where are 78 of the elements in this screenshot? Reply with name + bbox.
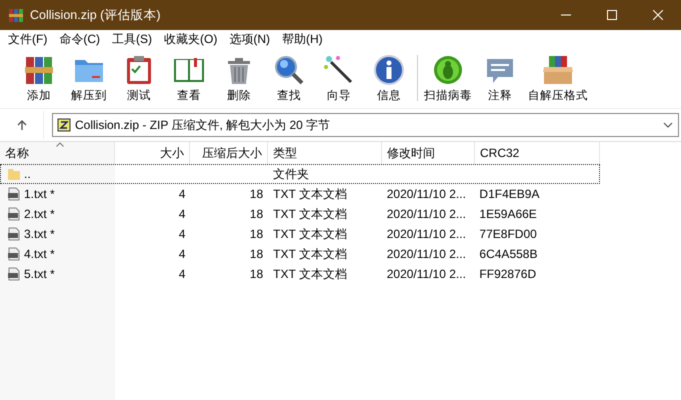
packed-size-cell: 18 <box>250 207 264 221</box>
text-file-icon <box>7 247 21 261</box>
file-row[interactable]: 2.txt * 4 18 TXT 文本文档 2020/11/10 2... 1E59A66E <box>0 204 600 224</box>
close-icon <box>653 10 663 20</box>
toolbar-button[interactable]: 删除 <box>214 54 264 102</box>
crc-cell: D1F4EB9A <box>479 187 540 201</box>
modified-cell: 2020/11/10 2... <box>386 207 466 221</box>
toolbar-button[interactable]: 扫描病毒 <box>421 54 475 102</box>
size-cell: 4 <box>178 207 186 221</box>
file-row[interactable]: .. 文件夹 <box>0 164 600 184</box>
toolbar-button[interactable]: 信息 <box>364 54 414 102</box>
menu-item[interactable]: 选项(N) <box>223 30 276 48</box>
file-row[interactable]: 4.txt * 4 18 TXT 文本文档 2020/11/10 2... 6C4A558B <box>0 244 600 264</box>
file-name: 1.txt * <box>24 187 55 201</box>
modified-cell: 2020/11/10 2... <box>386 267 466 281</box>
text-file-icon <box>7 267 21 281</box>
search-icon <box>273 54 305 86</box>
modified-cell: 2020/11/10 2... <box>386 227 466 241</box>
packed-size-cell: 18 <box>250 187 264 201</box>
file-row[interactable]: 3.txt * 4 18 TXT 文本文档 2020/11/10 2... 77E8FD00 <box>0 224 600 244</box>
crc-cell: 1E59A66E <box>479 207 537 221</box>
size-cell: 4 <box>178 227 186 241</box>
toolbar-button[interactable]: 添加 <box>14 54 64 102</box>
box-icon <box>542 54 574 86</box>
file-name: 2.txt * <box>24 207 55 221</box>
column-header[interactable]: 名称 <box>0 142 115 164</box>
crc-cell: 77E8FD00 <box>479 227 537 241</box>
file-row[interactable]: 5.txt * 4 18 TXT 文本文档 2020/11/10 2... FF92876D <box>0 264 600 284</box>
menu-item[interactable]: 收藏夹(O) <box>158 30 224 48</box>
info-icon <box>373 54 405 86</box>
size-cell: 4 <box>178 267 186 281</box>
file-row[interactable]: 1.txt * 4 18 TXT 文本文档 2020/11/10 2... D1F4EB9A <box>0 184 600 204</box>
up-arrow-icon <box>16 119 28 131</box>
address-field[interactable]: Collision.zip - ZIP 压缩文件, 解包大小为 20 字节 <box>52 113 679 137</box>
size-cell: 4 <box>178 247 186 261</box>
text-file-icon <box>7 207 21 221</box>
size-cell: 4 <box>178 187 186 201</box>
type-cell: TXT 文本文档 <box>273 226 347 242</box>
toolbar-button[interactable]: 测试 <box>114 54 164 102</box>
packed-size-cell: 18 <box>250 267 264 281</box>
toolbar-button[interactable]: 查看 <box>164 54 214 102</box>
menu-item[interactable]: 文件(F) <box>2 30 54 48</box>
toolbar-button[interactable]: 自解压格式 <box>525 54 591 102</box>
column-header[interactable]: 修改时间 <box>382 142 475 164</box>
toolbar-button[interactable]: 向导 <box>314 54 364 102</box>
type-cell: TXT 文本文档 <box>273 186 347 202</box>
type-cell: TXT 文本文档 <box>273 206 347 222</box>
menu-item[interactable]: 帮助(H) <box>276 30 329 48</box>
text-file-icon <box>7 227 21 241</box>
toolbar-button[interactable]: 注释 <box>475 54 525 102</box>
magic-wand-icon <box>323 54 355 86</box>
column-header[interactable]: 类型 <box>268 142 382 164</box>
file-name: 4.txt * <box>24 247 55 261</box>
column-header[interactable]: 压缩后大小 <box>190 142 268 164</box>
toolbar-button[interactable]: 查找 <box>264 54 314 102</box>
zip-file-icon <box>57 118 71 132</box>
packed-size-cell: 18 <box>250 227 264 241</box>
type-cell: 文件夹 <box>273 166 310 182</box>
archive-icon <box>8 7 24 23</box>
toolbar-button[interactable]: 解压到 <box>64 54 114 102</box>
packed-size-cell: 18 <box>250 247 264 261</box>
crc-cell: 6C4A558B <box>479 247 538 261</box>
file-name: 3.txt * <box>24 227 55 241</box>
window-title: Collision.zip (评估版本) <box>30 6 160 24</box>
type-cell: TXT 文本文档 <box>273 266 347 282</box>
column-header[interactable]: CRC32 <box>475 142 600 164</box>
modified-cell: 2020/11/10 2... <box>386 187 466 201</box>
text-file-icon <box>7 187 21 201</box>
column-header[interactable]: 大小 <box>115 142 190 164</box>
modified-cell: 2020/11/10 2... <box>386 247 466 261</box>
file-name: 5.txt * <box>24 267 55 281</box>
menu-item[interactable]: 命令(C) <box>53 30 106 48</box>
menu-item[interactable]: 工具(S) <box>106 30 158 48</box>
type-cell: TXT 文本文档 <box>273 246 347 262</box>
bug-icon <box>432 54 464 86</box>
file-name: .. <box>24 167 31 181</box>
maximize-icon <box>607 10 617 20</box>
crc-cell: FF92876D <box>479 267 536 281</box>
